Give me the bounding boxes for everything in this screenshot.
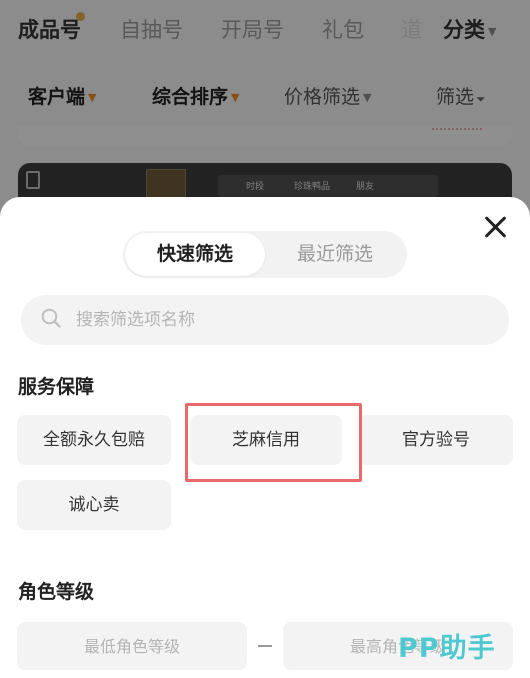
filter-search-box bbox=[21, 295, 509, 345]
option-zhima-credit[interactable]: 芝麻信用 bbox=[190, 415, 342, 465]
section-title-service: 服务保障 bbox=[18, 376, 95, 398]
app-root: 成品号 自抽号 开局号 礼包 道 分类 ▼ 客户端 ▼ 综合排序 ▼ 价格筛选 ▼ 筛选… bbox=[0, 0, 530, 678]
section-title-level: 角色等级 bbox=[18, 581, 95, 603]
option-sincere-seller[interactable]: 诚心卖 bbox=[17, 480, 171, 530]
search-icon bbox=[41, 308, 61, 328]
filter-mode-switch: 快速筛选 最近筛选 bbox=[123, 231, 407, 278]
option-full-permanent-compensation[interactable]: 全额永久包赔 bbox=[17, 415, 171, 465]
close-icon[interactable] bbox=[482, 214, 508, 240]
min-level-input[interactable] bbox=[17, 622, 247, 670]
search-input[interactable] bbox=[76, 295, 476, 345]
option-official-verified[interactable]: 官方验号 bbox=[359, 415, 513, 465]
range-dash bbox=[258, 645, 272, 647]
tab-recent-filter[interactable]: 最近筛选 bbox=[265, 233, 405, 276]
tab-quick-filter[interactable]: 快速筛选 bbox=[125, 233, 265, 276]
watermark-logo: PP助手 bbox=[398, 633, 496, 664]
filter-sheet: 快速筛选 最近筛选 服务保障 全额永久包赔 芝麻信用 官方验号 诚心卖 角色等级 bbox=[0, 197, 530, 678]
